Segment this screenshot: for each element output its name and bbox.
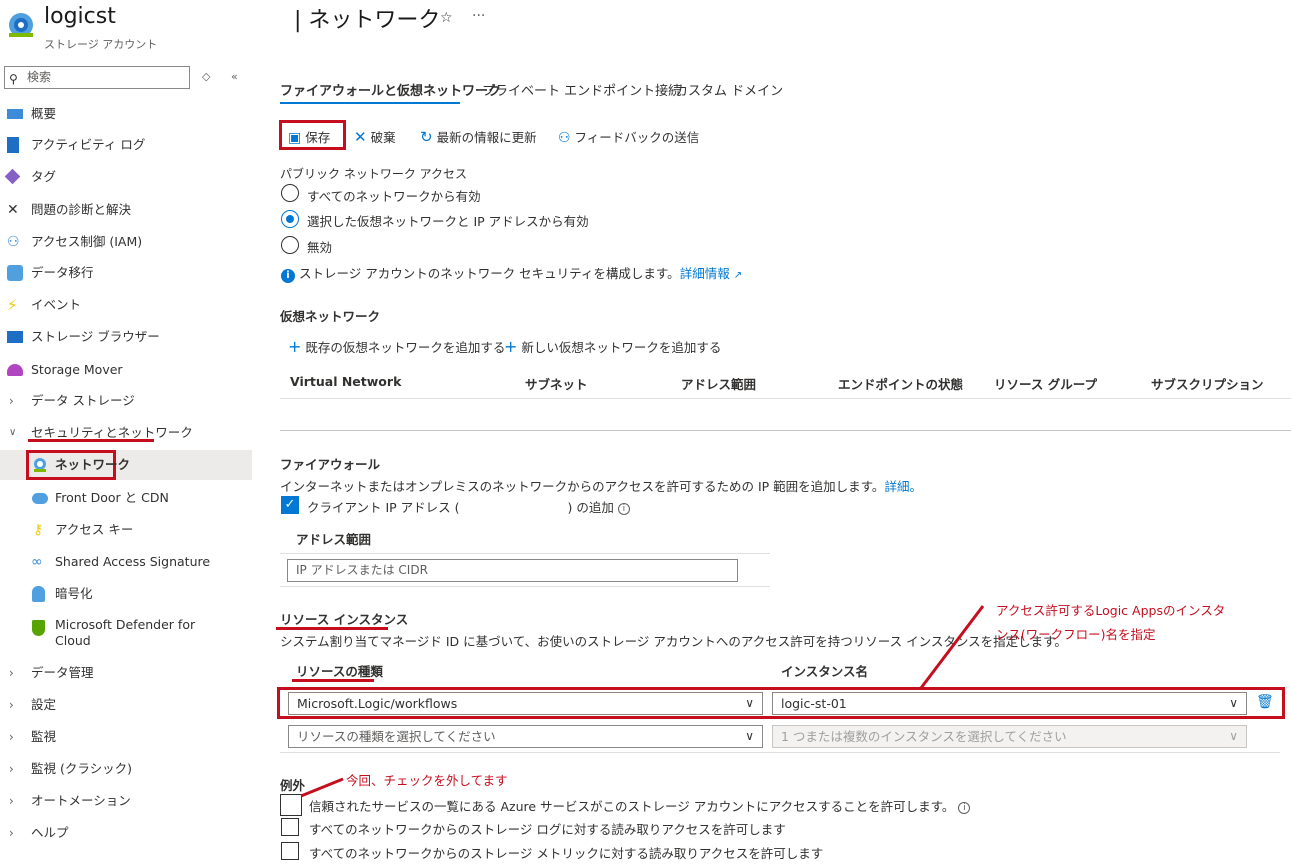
annotation-arrows xyxy=(300,605,985,798)
